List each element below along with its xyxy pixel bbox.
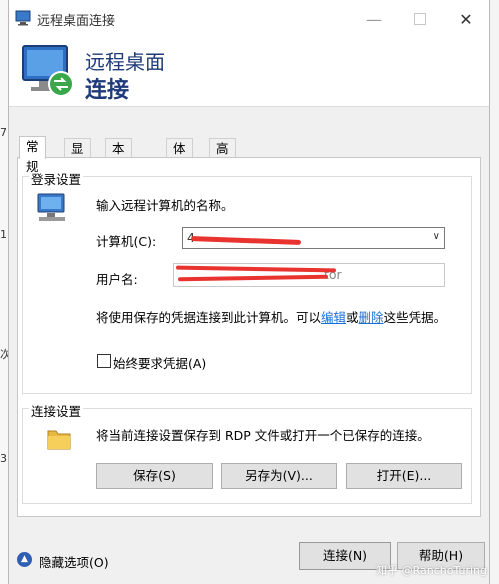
chevron-down-icon: ∨ xyxy=(432,231,440,242)
minimize-button[interactable]: — xyxy=(351,0,397,38)
redaction-mark xyxy=(190,236,302,245)
remote-desktop-logo-icon xyxy=(22,45,74,97)
credentials-info-suffix: 这些凭据。 xyxy=(383,310,447,325)
computer-label: 计算机(C): xyxy=(96,234,157,249)
username-label: 用户名: xyxy=(96,272,138,287)
group-label: 连接设置 xyxy=(29,401,84,420)
title-bar[interactable]: 远程桌面连接 — ✕ xyxy=(9,0,489,38)
computer-icon xyxy=(37,193,65,221)
rdp-dialog: 远程桌面连接 — ✕ 远程桌面 连接 常规 显示 本地资源 体验 高级 xyxy=(8,0,490,584)
header-title-line1: 远程桌面 xyxy=(85,50,165,74)
save-as-button[interactable]: 另存为(V)... xyxy=(221,463,337,489)
window-title: 远程桌面连接 xyxy=(37,14,116,29)
login-instruction: 输入远程计算机的名称。 xyxy=(96,198,234,213)
delete-credentials-link[interactable]: 删除 xyxy=(359,310,384,325)
header-banner: 远程桌面 连接 xyxy=(9,38,489,107)
tab-advanced[interactable]: 高级 xyxy=(209,138,236,176)
connection-description: 将当前连接设置保存到 RDP 文件或打开一个已保存的连接。 xyxy=(96,428,430,443)
folder-icon xyxy=(47,430,71,450)
tab-general[interactable]: 常规 xyxy=(19,136,46,174)
credentials-info-or: 或 xyxy=(346,310,359,325)
maximize-button[interactable] xyxy=(397,0,443,38)
edit-credentials-link[interactable]: 编辑 xyxy=(321,310,346,325)
login-settings-group: 登录设置 输入远程计算机的名称。 计算机(C): 4 ∨ 用户名: tor xyxy=(22,169,472,394)
background-text: 7 xyxy=(0,126,7,139)
collapse-options-icon[interactable]: ▲ xyxy=(17,552,32,567)
credentials-info: 将使用保存的凭据连接到此计算机。可以编辑或删除这些凭据。 xyxy=(96,307,446,326)
connection-settings-group: 连接设置 将当前连接设置保存到 RDP 文件或打开一个已保存的连接。 保存(S)… xyxy=(22,401,472,504)
maximize-icon xyxy=(414,13,426,25)
minimize-icon: — xyxy=(366,9,382,29)
save-button[interactable]: 保存(S) xyxy=(96,463,213,489)
always-ask-credentials-label[interactable]: 始终要求凭据(A) xyxy=(113,353,206,372)
header-title-line2: 连接 xyxy=(85,78,130,103)
hide-options-toggle[interactable]: 隐藏选项(O) xyxy=(39,552,109,571)
tab-display[interactable]: 显示 xyxy=(64,138,91,176)
general-tab-panel: 登录设置 输入远程计算机的名称。 计算机(C): 4 ∨ 用户名: tor xyxy=(17,157,481,517)
computer-combobox[interactable]: 4 ∨ xyxy=(182,227,445,249)
always-ask-credentials-checkbox[interactable] xyxy=(97,354,111,368)
redaction-mark xyxy=(177,274,329,282)
tab-local-resources[interactable]: 本地资源 xyxy=(105,138,132,216)
watermark: 知乎 @RanchoTuring xyxy=(376,564,487,577)
close-button[interactable]: ✕ xyxy=(443,0,489,38)
credentials-info-prefix: 将使用保存的凭据连接到此计算机。可以 xyxy=(96,310,322,325)
remote-desktop-icon xyxy=(15,10,31,26)
username-field[interactable]: tor xyxy=(173,263,445,287)
close-icon: ✕ xyxy=(459,9,473,29)
redaction-mark xyxy=(175,265,337,273)
tab-experience[interactable]: 体验 xyxy=(166,138,193,176)
background-text: 3 xyxy=(0,452,7,465)
open-button[interactable]: 打开(E)... xyxy=(346,463,462,489)
background-text: 1 xyxy=(0,228,7,241)
